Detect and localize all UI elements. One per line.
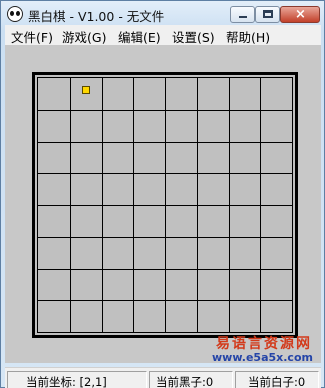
menu-bar: 文件(F) 游戏(G) 编辑(E) 设置(S) 帮助(H) xyxy=(5,25,321,45)
watermark-title: 易语言资源网 xyxy=(216,336,312,352)
game-board[interactable] xyxy=(32,72,298,338)
cursor-marker xyxy=(82,86,90,94)
status-black-count: 当前黑子:0 xyxy=(149,371,233,388)
maximize-button[interactable] xyxy=(255,6,280,23)
minimize-button[interactable] xyxy=(230,6,255,23)
watermark-url: www.e5a5x.com xyxy=(212,351,313,364)
close-icon: × xyxy=(295,7,306,22)
menu-edit[interactable]: 编辑(E) xyxy=(118,27,161,46)
menu-file[interactable]: 文件(F) xyxy=(11,27,53,46)
maximize-icon xyxy=(263,10,273,18)
menu-help[interactable]: 帮助(H) xyxy=(226,27,270,46)
menu-game[interactable]: 游戏(G) xyxy=(62,27,106,46)
window-title: 黑白棋 - V1.00 - 无文件 xyxy=(28,9,165,24)
board-grid-frame xyxy=(37,77,293,333)
app-window: 黑白棋 - V1.00 - 无文件 × 文件(F) 游戏(G) 编辑(E) 设置… xyxy=(0,0,325,388)
status-white-count: 当前白子:0 xyxy=(235,371,319,388)
game-area xyxy=(5,45,321,363)
close-button[interactable]: × xyxy=(280,6,320,23)
menu-settings[interactable]: 设置(S) xyxy=(172,27,215,46)
status-coordinate: 当前坐标: [2,1] xyxy=(7,371,147,388)
status-bar: 当前坐标: [2,1] 当前黑子:0 当前白子:0 xyxy=(5,367,321,388)
minimize-icon xyxy=(239,16,247,18)
panda-icon xyxy=(7,6,23,22)
board-grid[interactable] xyxy=(38,78,292,332)
